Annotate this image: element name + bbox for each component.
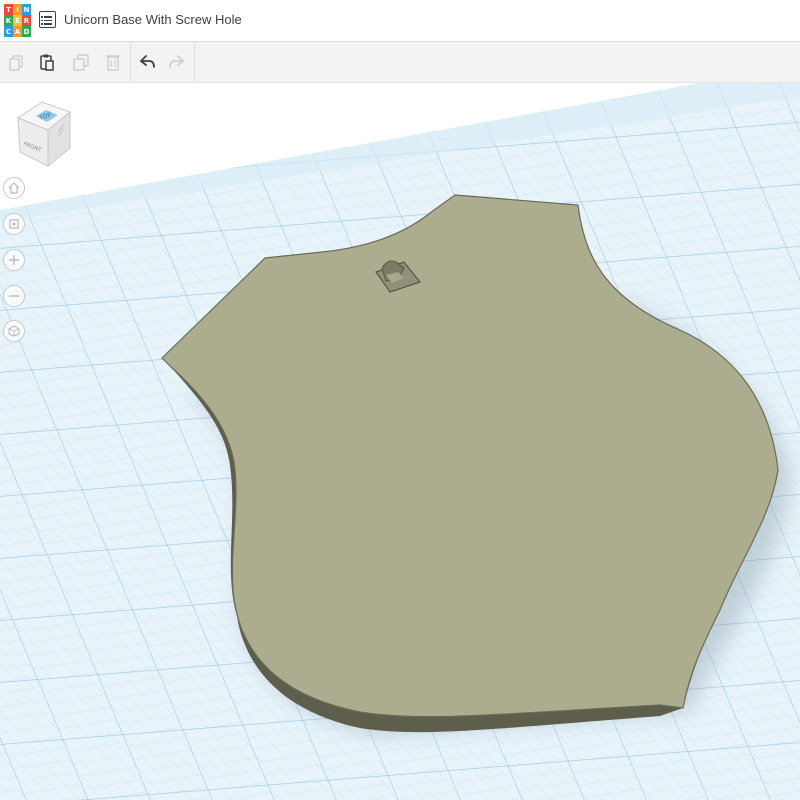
zoom-out-button[interactable]	[3, 285, 25, 307]
logo-letter: T	[4, 4, 13, 15]
home-view-button[interactable]	[3, 177, 25, 199]
delete-button[interactable]	[102, 50, 124, 74]
logo-letter: R	[22, 15, 31, 26]
logo-letter: C	[4, 26, 13, 37]
undo-icon	[140, 55, 155, 68]
fit-view-button[interactable]	[3, 213, 25, 235]
copy-button[interactable]	[5, 50, 27, 74]
zoom-in-icon	[9, 255, 19, 265]
home-icon	[8, 182, 20, 194]
workplane-canvas[interactable]	[0, 83, 800, 800]
toolbar-divider	[194, 42, 195, 82]
redo-icon	[169, 55, 184, 68]
orthographic-toggle-button[interactable]	[3, 320, 25, 342]
logo-letter: I	[13, 4, 22, 15]
fit-view-icon	[9, 219, 19, 229]
logo-letter: A	[13, 26, 22, 37]
top-bar: T I N K E R C A D Unicorn Base With Scre…	[0, 0, 800, 40]
redo-button[interactable]	[166, 50, 188, 74]
edit-toolbar	[0, 41, 800, 83]
logo-letter: D	[22, 26, 31, 37]
paste-button[interactable]	[36, 50, 58, 74]
zoom-in-button[interactable]	[3, 249, 25, 271]
toolbar-divider	[130, 42, 131, 82]
duplicate-icon	[73, 54, 89, 71]
tinkercad-logo[interactable]: T I N K E R C A D	[4, 4, 31, 37]
design-menu-icon[interactable]	[39, 11, 56, 28]
logo-letter: E	[13, 15, 22, 26]
paste-icon	[40, 54, 54, 71]
copy-icon	[9, 55, 23, 71]
logo-letter: K	[4, 15, 13, 26]
zoom-out-icon	[9, 295, 19, 297]
design-title[interactable]: Unicorn Base With Screw Hole	[64, 12, 242, 27]
view-cube[interactable]: TOP FRONT LEFT	[14, 98, 74, 170]
duplicate-button[interactable]	[70, 50, 92, 74]
orthographic-icon	[8, 325, 20, 337]
trash-icon	[106, 55, 120, 71]
undo-button[interactable]	[136, 50, 158, 74]
logo-letter: N	[22, 4, 31, 15]
